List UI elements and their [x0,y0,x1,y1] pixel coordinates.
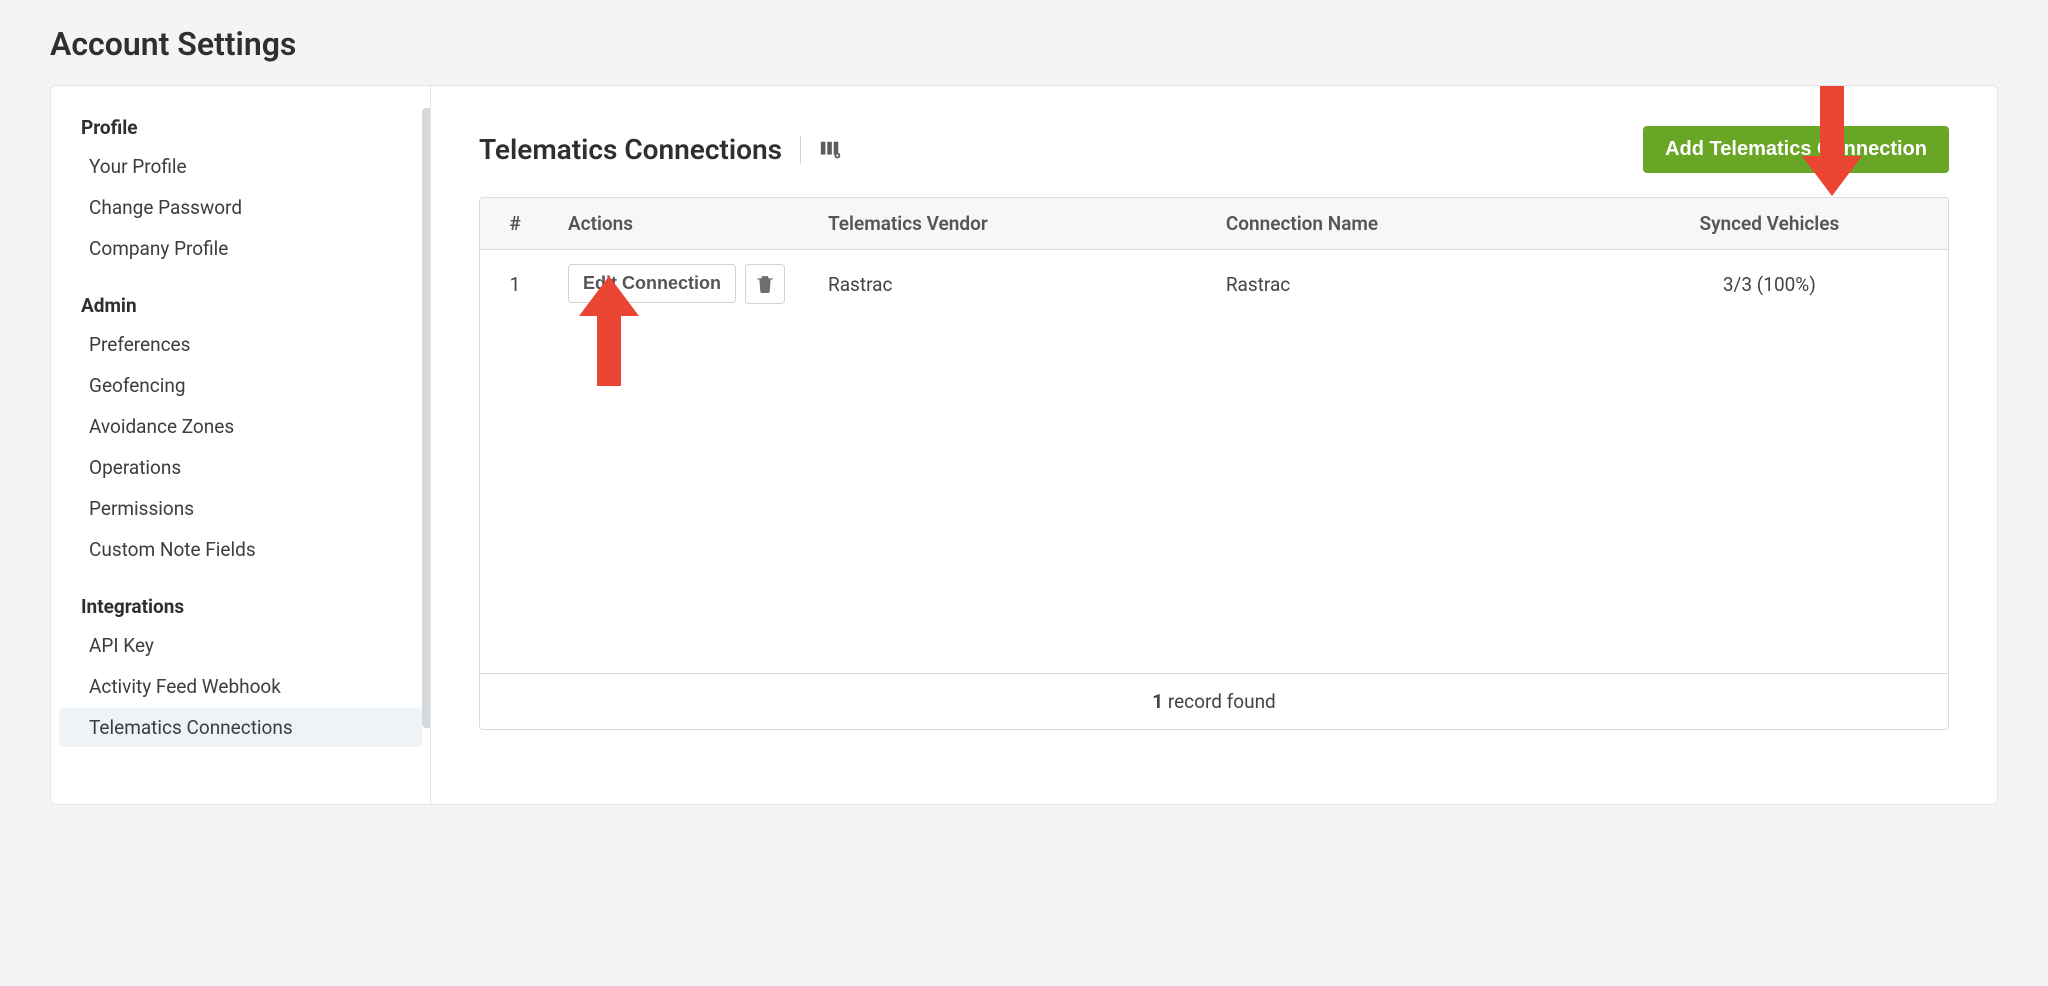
col-header-number: # [480,198,550,250]
sidebar-item-preferences[interactable]: Preferences [59,325,422,364]
sidebar-section-profile: Profile [51,108,430,147]
sidebar-item-permissions[interactable]: Permissions [59,489,422,528]
col-header-vendor: Telematics Vendor [810,198,1208,250]
sidebar-item-custom-note-fields[interactable]: Custom Note Fields [59,530,422,569]
edit-connection-button[interactable]: Edit Connection [568,264,736,303]
connections-table: # Actions Telematics Vendor Connection N… [479,197,1949,730]
sidebar-item-telematics-connections[interactable]: Telematics Connections [59,708,422,747]
add-telematics-connection-button[interactable]: Add Telematics Connection [1643,126,1949,173]
settings-card: Profile Your Profile Change Password Com… [50,85,1998,805]
sidebar-item-activity-feed-webhook[interactable]: Activity Feed Webhook [59,667,422,706]
sidebar-item-geofencing[interactable]: Geofencing [59,366,422,405]
sidebar-item-api-key[interactable]: API Key [59,626,422,665]
page-title: Account Settings [50,25,1998,63]
sidebar-section-integrations: Integrations [51,587,430,626]
columns-settings-icon[interactable] [819,139,841,161]
table-row: 1 Edit Connection Rastrac Rastrac [480,250,1948,319]
row-vendor: Rastrac [810,250,1208,319]
trash-icon [757,275,773,293]
main-panel: Telematics Connections Add Telematics Co… [431,86,1997,804]
table-footer: 1 record found [480,673,1948,729]
col-header-name: Connection Name [1208,198,1591,250]
sidebar-item-change-password[interactable]: Change Password [59,188,422,227]
col-header-actions: Actions [550,198,810,250]
sidebar-item-your-profile[interactable]: Your Profile [59,147,422,186]
delete-connection-button[interactable] [745,264,785,304]
sidebar: Profile Your Profile Change Password Com… [51,86,431,804]
sidebar-item-avoidance-zones[interactable]: Avoidance Zones [59,407,422,446]
col-header-synced: Synced Vehicles [1591,198,1948,250]
record-found-text: record found [1163,690,1276,713]
sidebar-item-company-profile[interactable]: Company Profile [59,229,422,268]
sidebar-section-admin: Admin [51,286,430,325]
record-count: 1 [1152,690,1163,713]
row-synced: 3/3 (100%) [1591,250,1948,319]
vertical-divider [800,136,801,164]
main-title: Telematics Connections [479,133,782,166]
row-number: 1 [480,250,550,319]
row-name: Rastrac [1208,250,1591,319]
sidebar-item-operations[interactable]: Operations [59,448,422,487]
